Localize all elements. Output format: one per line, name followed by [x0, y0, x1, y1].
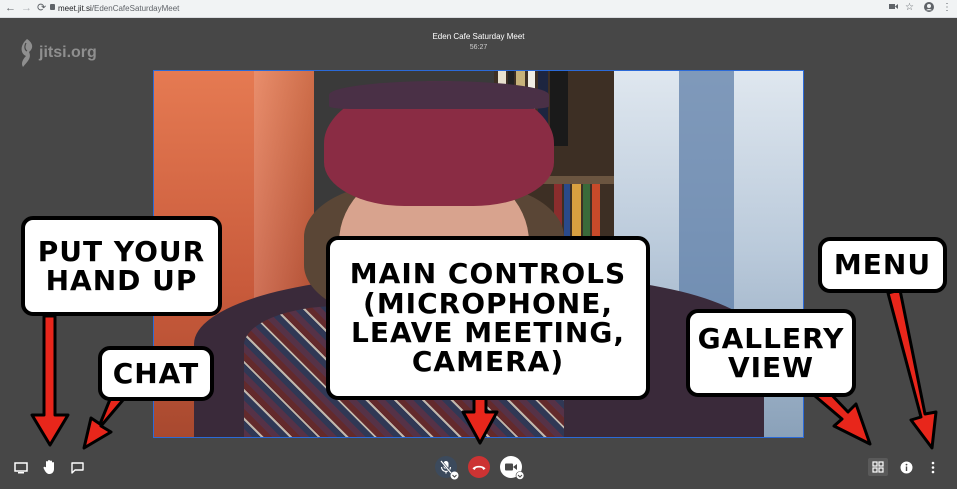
callout-chat: CHAT [98, 346, 214, 401]
arrow-main-controls [461, 396, 499, 445]
chat-icon[interactable] [71, 461, 84, 479]
hangup-icon[interactable] [467, 456, 491, 485]
callout-menu: MENU [818, 237, 947, 293]
arrow-menu [886, 288, 938, 450]
microphone-icon[interactable] [435, 456, 459, 485]
callout-gallery-view: GALLERY VIEW [686, 309, 856, 397]
arrow-gallery [813, 387, 872, 446]
more-menu-icon[interactable] [930, 461, 936, 479]
info-icon[interactable] [900, 461, 913, 479]
raise-hand-icon[interactable] [43, 459, 57, 480]
callout-main-controls: MAIN CONTROLS (MICROPHONE, LEAVE MEETING… [326, 236, 650, 400]
arrow-hand-up [30, 314, 70, 447]
callout-hand-up: PUT YOUR HAND UP [21, 216, 222, 316]
screen-share-icon[interactable] [14, 461, 28, 479]
tile-view-icon[interactable] [868, 458, 888, 481]
camera-icon[interactable] [500, 456, 525, 485]
